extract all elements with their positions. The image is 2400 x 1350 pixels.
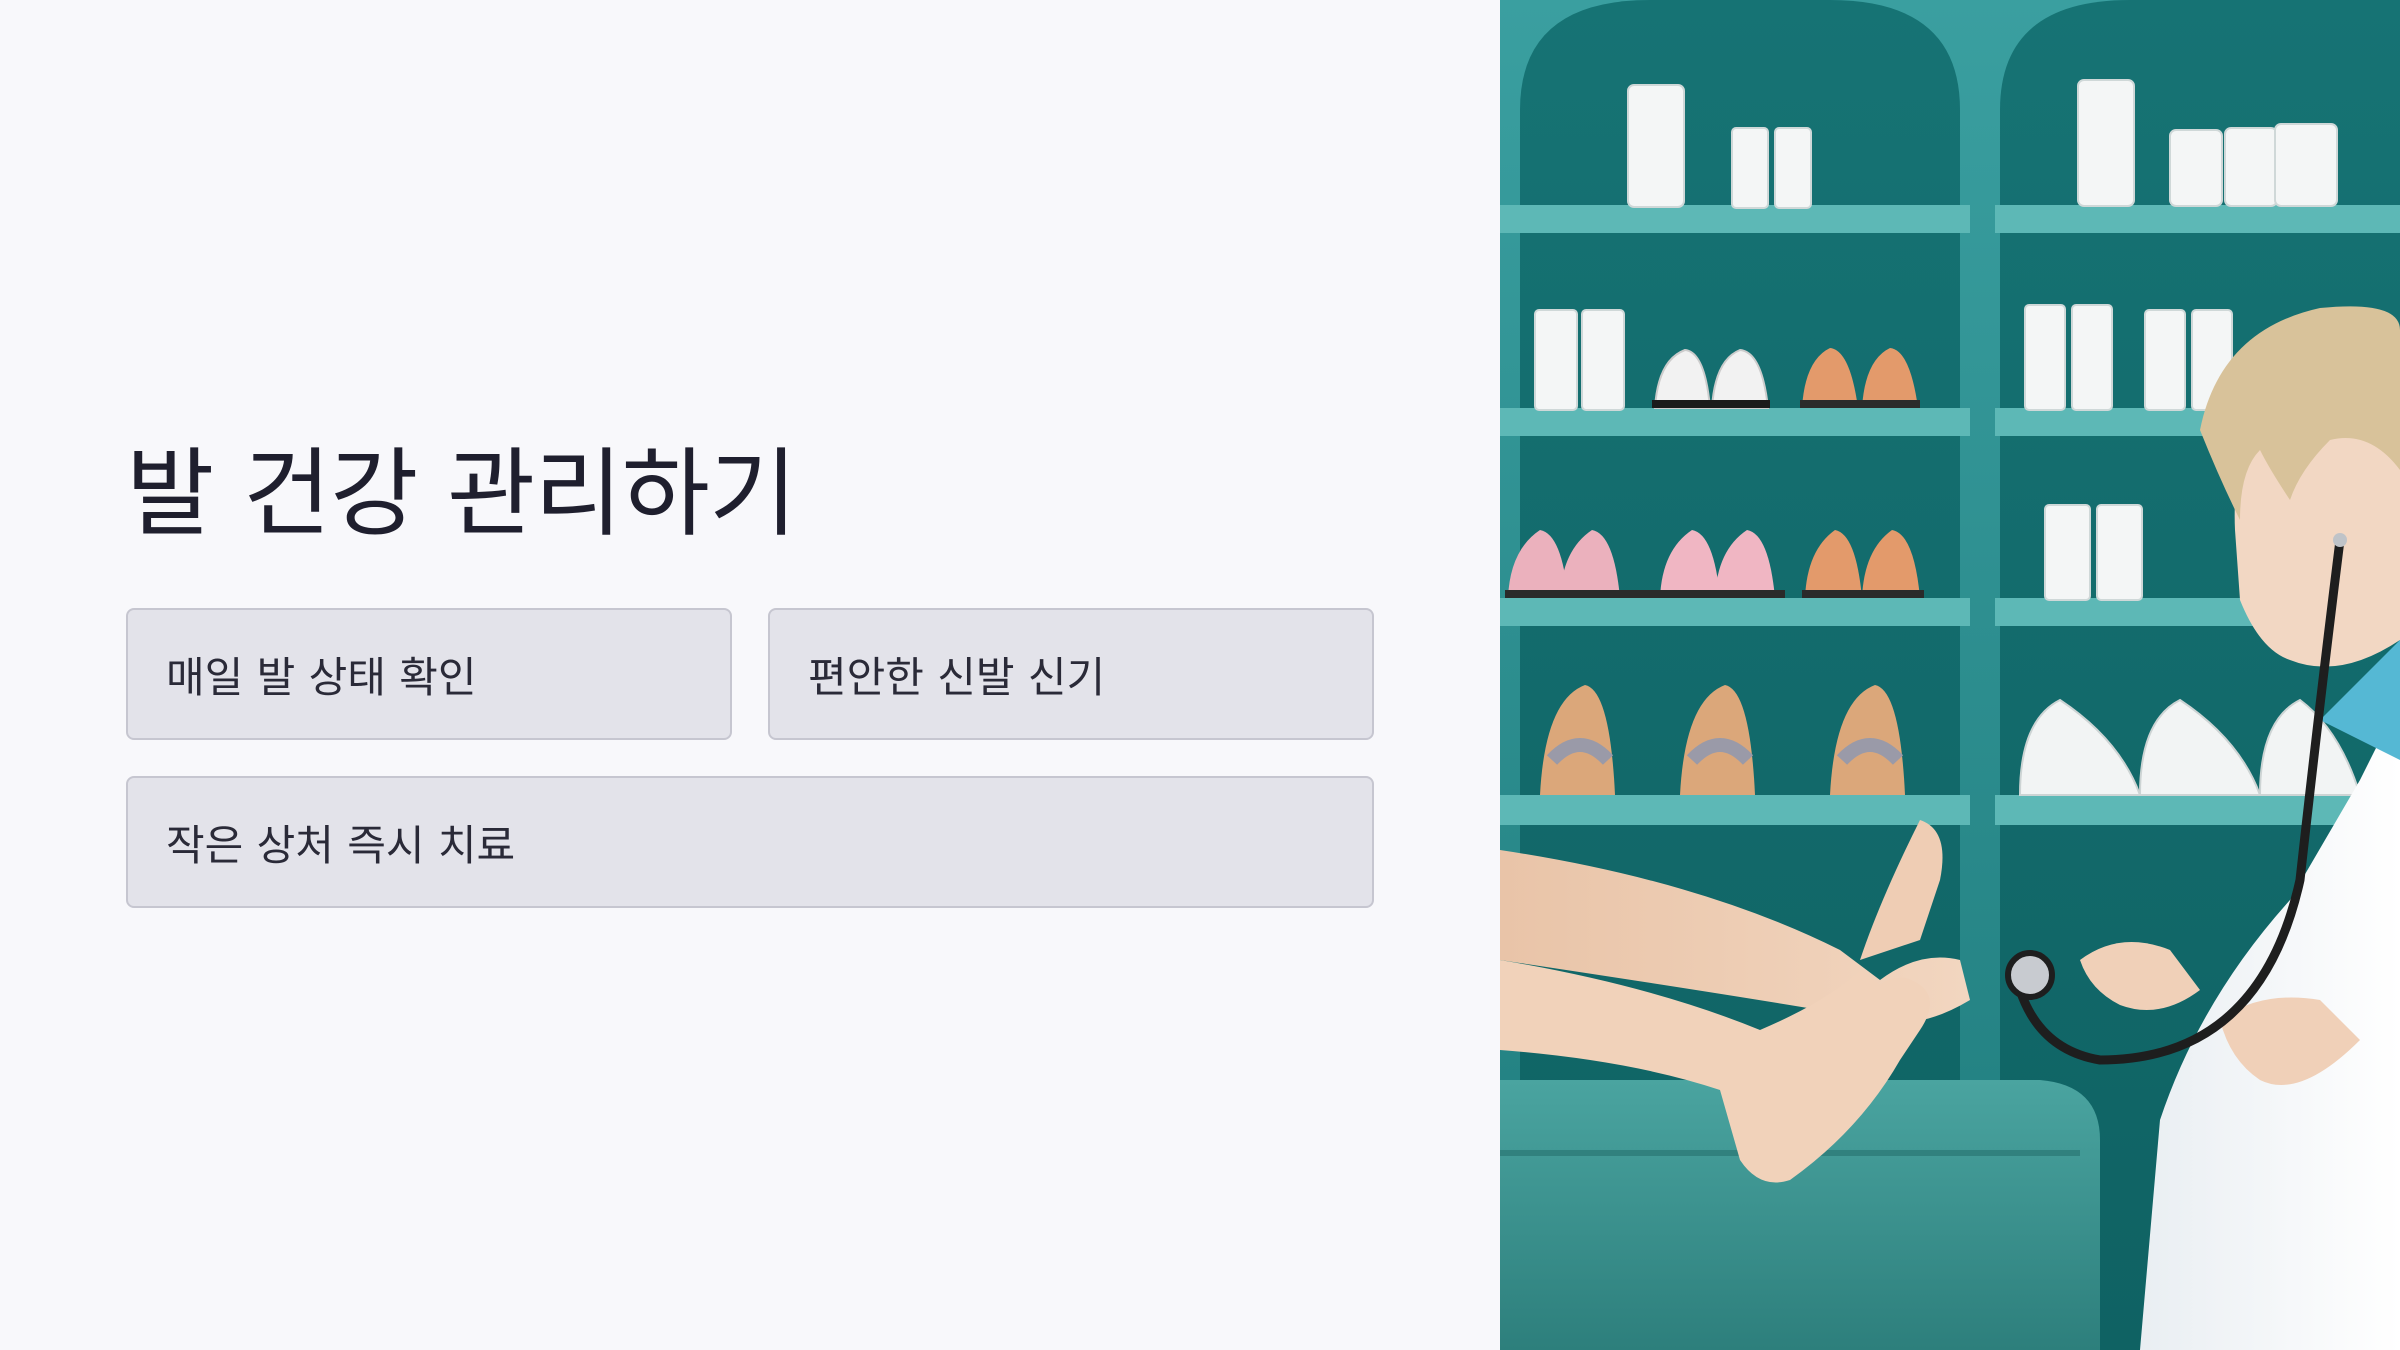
tip-card-label: 매일 발 상태 확인	[166, 652, 477, 702]
foot-care-photo	[1500, 0, 2400, 1350]
tip-card-label: 편안한 신발 신기	[808, 652, 1106, 702]
foot-care-clinic-illustration	[1500, 0, 2400, 1350]
tip-card-treat-wounds: 작은 상처 즉시 치료	[126, 776, 1374, 908]
slide-content: 발 건강 관리하기 매일 발 상태 확인 편안한 신발 신기 작은 상처 즉시 …	[0, 0, 1500, 1350]
tip-card-label: 작은 상처 즉시 치료	[166, 820, 516, 870]
page-title: 발 건강 관리하기	[126, 438, 797, 550]
tip-card-daily-check: 매일 발 상태 확인	[126, 608, 732, 740]
tip-card-comfortable-shoes: 편안한 신발 신기	[768, 608, 1374, 740]
